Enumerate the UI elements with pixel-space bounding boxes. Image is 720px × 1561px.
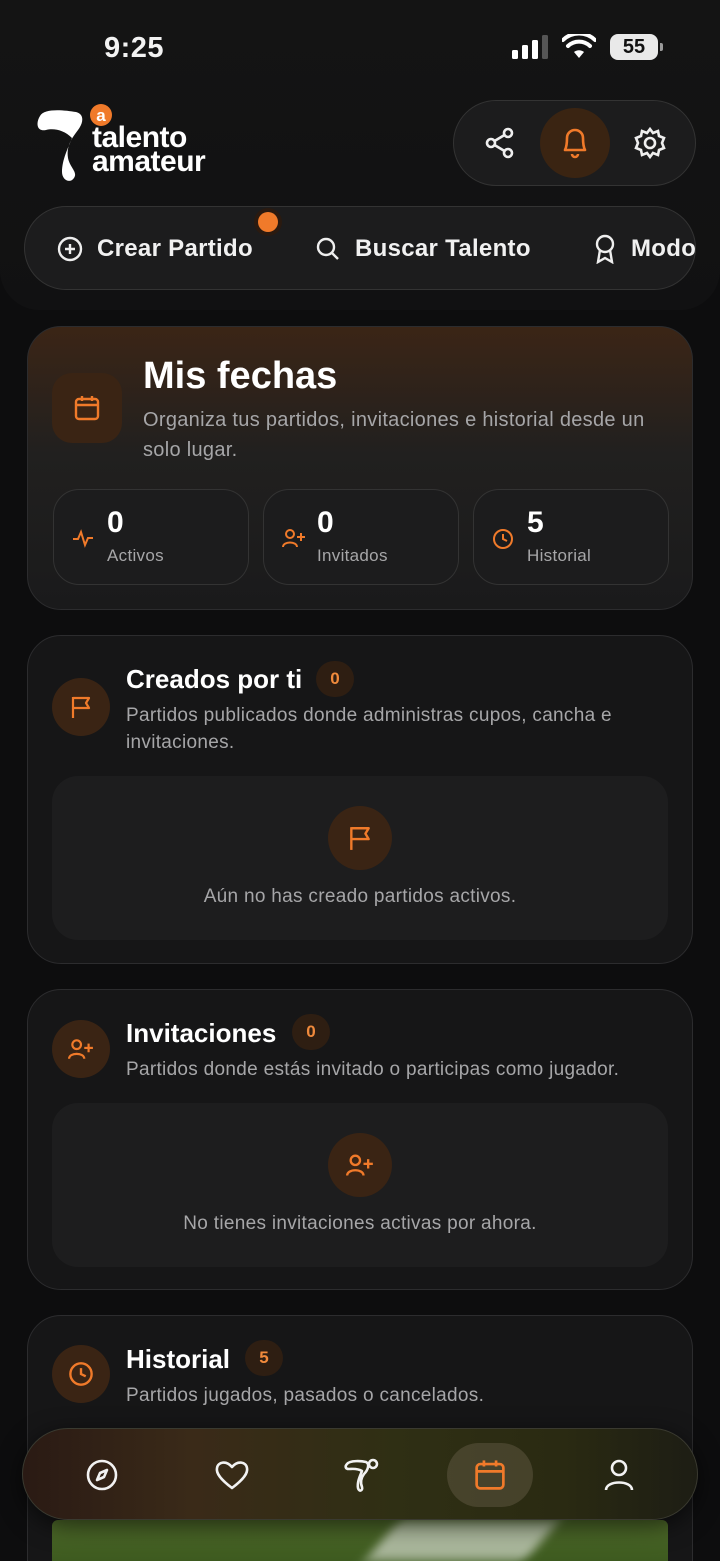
created-icon-circle (52, 678, 110, 736)
create-match-label: Crear Partido (97, 235, 253, 262)
created-count-badge: 0 (316, 661, 354, 697)
share-button[interactable] (465, 108, 535, 178)
top-actions (453, 100, 696, 186)
stat-active-value: 0 (107, 506, 124, 539)
history-icon-circle (52, 1345, 110, 1403)
settings-button[interactable] (615, 108, 685, 178)
stat-history[interactable]: 5 Historial (473, 489, 669, 585)
history-description: Partidos jugados, pasados o cancelados. (126, 1385, 485, 1406)
stat-invited-label: Invitados (317, 546, 388, 565)
invitations-empty-icon-circle (328, 1133, 392, 1197)
search-talent-button[interactable]: Buscar Talento (315, 207, 531, 289)
stat-active-label: Activos (107, 546, 164, 565)
brand-icon (344, 1458, 379, 1492)
notification-dot (258, 212, 278, 232)
compass-icon (86, 1459, 118, 1491)
history-title: Historial (126, 1344, 231, 1374)
clock-icon (493, 529, 513, 549)
user-icon (604, 1459, 634, 1491)
nav-favorites[interactable] (189, 1443, 275, 1507)
status-bar: 9:25 55 (0, 0, 720, 90)
activity-icon (73, 529, 93, 548)
mode-label: Modo (631, 235, 696, 262)
created-section: Creados por ti 0 Partidos publicados don… (27, 635, 693, 964)
nav-home[interactable] (318, 1443, 404, 1507)
invitations-icon-circle (52, 1020, 110, 1078)
status-icons: 55 (512, 34, 663, 60)
search-talent-label: Buscar Talento (355, 235, 531, 262)
flag-icon (350, 827, 370, 850)
created-empty-text: Aún no has creado partidos activos. (203, 886, 517, 907)
user-plus-icon (282, 529, 305, 548)
stat-history-label: Historial (527, 546, 592, 565)
quick-actions-bar[interactable]: Crear Partido Buscar Talento Modo (24, 206, 696, 290)
bottom-navigation (22, 1428, 698, 1520)
created-description: Partidos publicados donde administras cu… (126, 705, 612, 753)
status-time: 9:25 (104, 32, 165, 64)
stat-invited[interactable]: 0 Invitados (263, 489, 459, 585)
invitations-empty-state: No tienes invitaciones activas por ahora… (52, 1103, 668, 1267)
heart-icon (215, 1461, 249, 1490)
brand-logo[interactable]: a talento amateur (34, 102, 264, 184)
invitations-empty-text: No tienes invitaciones activas por ahora… (183, 1213, 537, 1234)
history-count-badge: 5 (245, 1340, 283, 1376)
wifi-icon (562, 34, 596, 58)
stat-invited-value: 0 (317, 506, 334, 539)
notifications-button[interactable] (539, 108, 610, 178)
search-icon (316, 237, 339, 260)
user-plus-icon (346, 1154, 373, 1176)
user-plus-icon (68, 1039, 93, 1060)
brand-line-2: amateur (92, 145, 206, 178)
brand-mark-icon (37, 110, 83, 181)
brand-wordmark: talento amateur (92, 123, 206, 178)
my-dates-card: Mis fechas Organiza tus partidos, invita… (27, 326, 693, 610)
bell-icon (563, 128, 586, 159)
invitations-title: Invitaciones (126, 1018, 277, 1048)
page-subtitle: Organiza tus partidos, invitaciones e hi… (143, 409, 645, 461)
stat-active[interactable]: 0 Activos (53, 489, 249, 585)
calendar-icon (74, 396, 100, 421)
invitations-description: Partidos donde estás invitado o particip… (126, 1059, 620, 1080)
created-empty-icon-circle (328, 806, 392, 870)
invitations-section: Invitaciones 0 Partidos donde estás invi… (27, 989, 693, 1290)
flag-icon (71, 696, 91, 718)
hero-icon-circle (52, 373, 122, 443)
plus-circle-icon (57, 236, 83, 262)
page-title: Mis fechas (143, 355, 338, 397)
created-empty-state: Aún no has creado partidos activos. (52, 776, 668, 940)
clock-icon (69, 1362, 93, 1386)
nav-calendar[interactable] (447, 1443, 533, 1507)
share-icon (485, 127, 513, 159)
award-icon (595, 234, 615, 264)
gear-icon (633, 126, 666, 160)
battery-indicator: 55 (610, 34, 663, 60)
match-thumbnail[interactable] (52, 1520, 668, 1561)
created-title: Creados por ti (126, 664, 303, 694)
stat-history-value: 5 (527, 506, 544, 539)
nav-profile[interactable] (576, 1443, 662, 1507)
mode-button[interactable]: Modo (593, 207, 696, 289)
signal-icon (512, 35, 548, 59)
calendar-icon (475, 1460, 505, 1490)
create-match-button[interactable]: Crear Partido (57, 207, 253, 289)
invitations-count-badge: 0 (292, 1014, 330, 1050)
nav-explore[interactable] (59, 1443, 145, 1507)
